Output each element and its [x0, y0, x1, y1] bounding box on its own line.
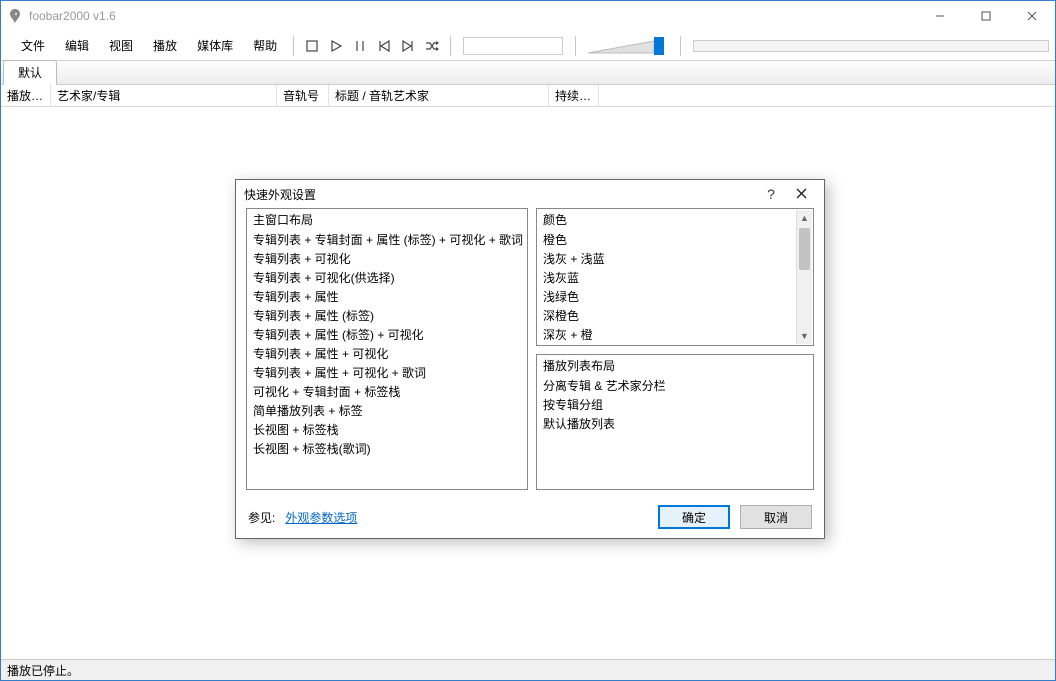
pause-icon[interactable] — [349, 35, 371, 57]
colors-listbox[interactable]: 颜色 橙色 浅灰 + 浅蓝 浅灰蓝 浅绿色 深橙色 深灰 + 橙 ▲ ▼ — [536, 208, 814, 346]
menu-playback[interactable]: 播放 — [143, 33, 187, 58]
separator — [680, 36, 681, 56]
menu-help[interactable]: 帮助 — [243, 33, 287, 58]
list-item[interactable]: 简单播放列表 + 标签 — [247, 401, 527, 420]
list-item[interactable]: 长视图 + 标签栈 — [247, 420, 527, 439]
list-item[interactable]: 默认播放列表 — [537, 414, 813, 433]
menu-library[interactable]: 媒体库 — [187, 33, 243, 58]
list-item[interactable]: 专辑列表 + 属性 (标签) — [247, 306, 527, 325]
separator — [450, 36, 451, 56]
scroll-thumb[interactable] — [799, 228, 810, 270]
layouts-header: 主窗口布局 — [247, 209, 527, 230]
menu-edit[interactable]: 编辑 — [55, 33, 99, 58]
col-spacer — [599, 85, 1055, 106]
random-icon[interactable] — [421, 35, 443, 57]
scrollbar[interactable]: ▲ ▼ — [796, 210, 812, 344]
play-icon[interactable] — [325, 35, 347, 57]
playlist-layout-header: 播放列表布局 — [537, 355, 813, 376]
list-item[interactable]: 浅绿色 — [537, 287, 796, 306]
list-item[interactable]: 分离专辑 & 艺术家分栏 — [537, 376, 813, 395]
maximize-button[interactable] — [963, 1, 1009, 31]
menu-file[interactable]: 文件 — [11, 33, 55, 58]
list-item[interactable]: 专辑列表 + 属性 + 可视化 + 歌词 — [247, 363, 527, 382]
app-icon — [7, 8, 23, 24]
cancel-button[interactable]: 取消 — [740, 505, 812, 529]
col-duration[interactable]: 持续… — [549, 85, 599, 106]
list-item[interactable]: 专辑列表 + 属性 + 可视化 — [247, 344, 527, 363]
col-playing[interactable]: 播放… — [1, 85, 51, 106]
dialog-close-button[interactable] — [786, 186, 816, 202]
see-label: 参见: — [248, 509, 275, 526]
scroll-up-icon[interactable]: ▲ — [797, 210, 812, 226]
appearance-options-link[interactable]: 外观参数选项 — [285, 509, 357, 526]
menu-view[interactable]: 视图 — [99, 33, 143, 58]
playlist-tabs: 默认 — [1, 61, 1055, 85]
quick-appearance-dialog: 快速外观设置 ? 主窗口布局 专辑列表 + 专辑封面 + 属性 (标签) + 可… — [235, 179, 825, 539]
tab-default[interactable]: 默认 — [3, 60, 57, 85]
column-headers: 播放… 艺术家/专辑 音轨号 标题 / 音轨艺术家 持续… — [1, 85, 1055, 107]
window-title: foobar2000 v1.6 — [29, 9, 116, 23]
list-item[interactable]: 可视化 + 专辑封面 + 标签栈 — [247, 382, 527, 401]
list-item[interactable]: 浅灰蓝 — [537, 268, 796, 287]
dialog-footer: 参见: 外观参数选项 确定 取消 — [236, 496, 824, 538]
col-trackno[interactable]: 音轨号 — [277, 85, 329, 106]
list-item[interactable]: 橙色 — [537, 230, 796, 249]
status-text: 播放已停止。 — [7, 664, 79, 678]
list-item[interactable]: 专辑列表 + 可视化(供选择) — [247, 268, 527, 287]
help-button[interactable]: ? — [756, 186, 786, 202]
list-item[interactable]: 长视图 + 标签栈(歌词) — [247, 439, 527, 458]
col-artist-album[interactable]: 艺术家/专辑 — [51, 85, 277, 106]
list-item[interactable]: 按专辑分组 — [537, 395, 813, 414]
list-item[interactable]: 浅灰 + 浅蓝 — [537, 249, 796, 268]
volume-thumb[interactable] — [654, 37, 664, 55]
minimize-button[interactable] — [917, 1, 963, 31]
status-bar: 播放已停止。 — [1, 659, 1055, 680]
list-item[interactable]: 专辑列表 + 属性 (标签) + 可视化 — [247, 325, 527, 344]
separator — [575, 36, 576, 56]
close-button[interactable] — [1009, 1, 1055, 31]
list-item[interactable]: 专辑列表 + 可视化 — [247, 249, 527, 268]
list-item[interactable]: 专辑列表 + 专辑封面 + 属性 (标签) + 可视化 + 歌词 — [247, 230, 527, 249]
dialog-title: 快速外观设置 — [244, 186, 756, 203]
scroll-down-icon[interactable]: ▼ — [797, 328, 812, 344]
colors-header: 颜色 — [537, 209, 796, 230]
list-item[interactable]: 深灰 + 橙 — [537, 325, 796, 344]
prev-icon[interactable] — [373, 35, 395, 57]
seek-bar[interactable] — [463, 37, 563, 55]
playlist-layout-listbox[interactable]: 播放列表布局 分离专辑 & 艺术家分栏 按专辑分组 默认播放列表 — [536, 354, 814, 490]
menubar: 文件 编辑 视图 播放 媒体库 帮助 — [1, 31, 1055, 61]
progress-bar[interactable] — [693, 40, 1049, 52]
ok-button[interactable]: 确定 — [658, 505, 730, 529]
layouts-listbox[interactable]: 主窗口布局 专辑列表 + 专辑封面 + 属性 (标签) + 可视化 + 歌词 专… — [246, 208, 528, 490]
volume-slider[interactable] — [588, 34, 668, 58]
titlebar: foobar2000 v1.6 — [1, 1, 1055, 31]
separator — [293, 36, 294, 56]
dialog-titlebar: 快速外观设置 ? — [236, 180, 824, 208]
next-icon[interactable] — [397, 35, 419, 57]
stop-icon[interactable] — [301, 35, 323, 57]
col-title[interactable]: 标题 / 音轨艺术家 — [329, 85, 549, 106]
list-item[interactable]: 专辑列表 + 属性 — [247, 287, 527, 306]
list-item[interactable]: 深橙色 — [537, 306, 796, 325]
